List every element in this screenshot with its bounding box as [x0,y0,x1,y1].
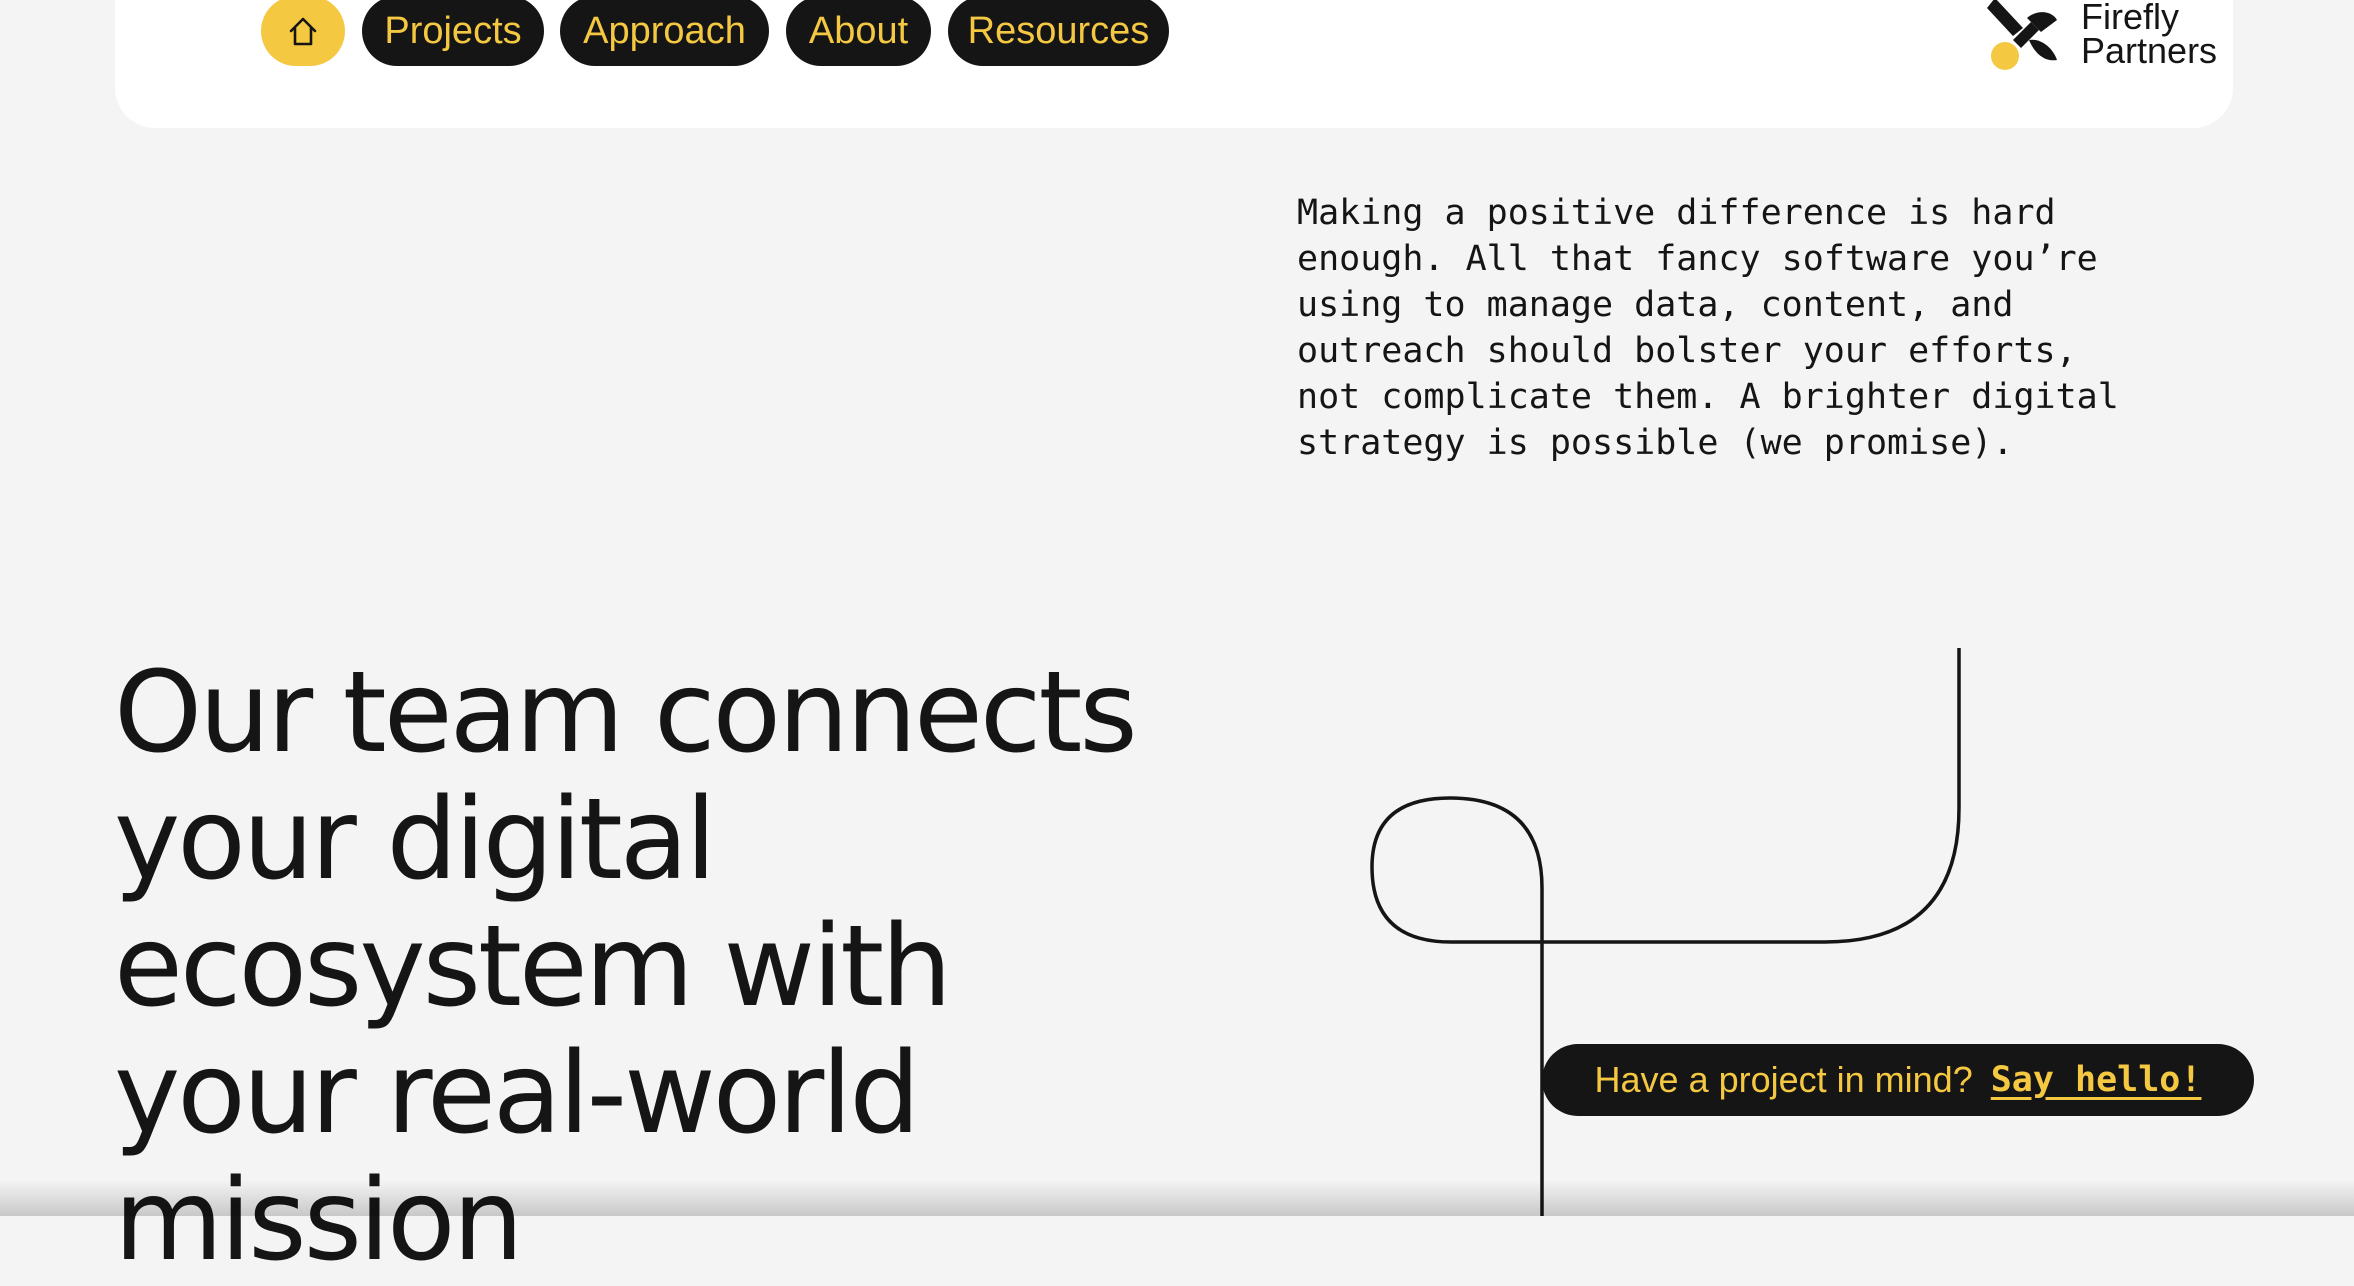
cta-text: Have a project in mind? [1594,1059,1973,1100]
say-hello-link[interactable]: Say hello! [1991,1060,2202,1100]
bottom-shadow [0,1180,2354,1216]
decorative-connector-line [1370,648,1961,1216]
contact-cta: Have a project in mind? Say hello! [1542,1044,2254,1116]
